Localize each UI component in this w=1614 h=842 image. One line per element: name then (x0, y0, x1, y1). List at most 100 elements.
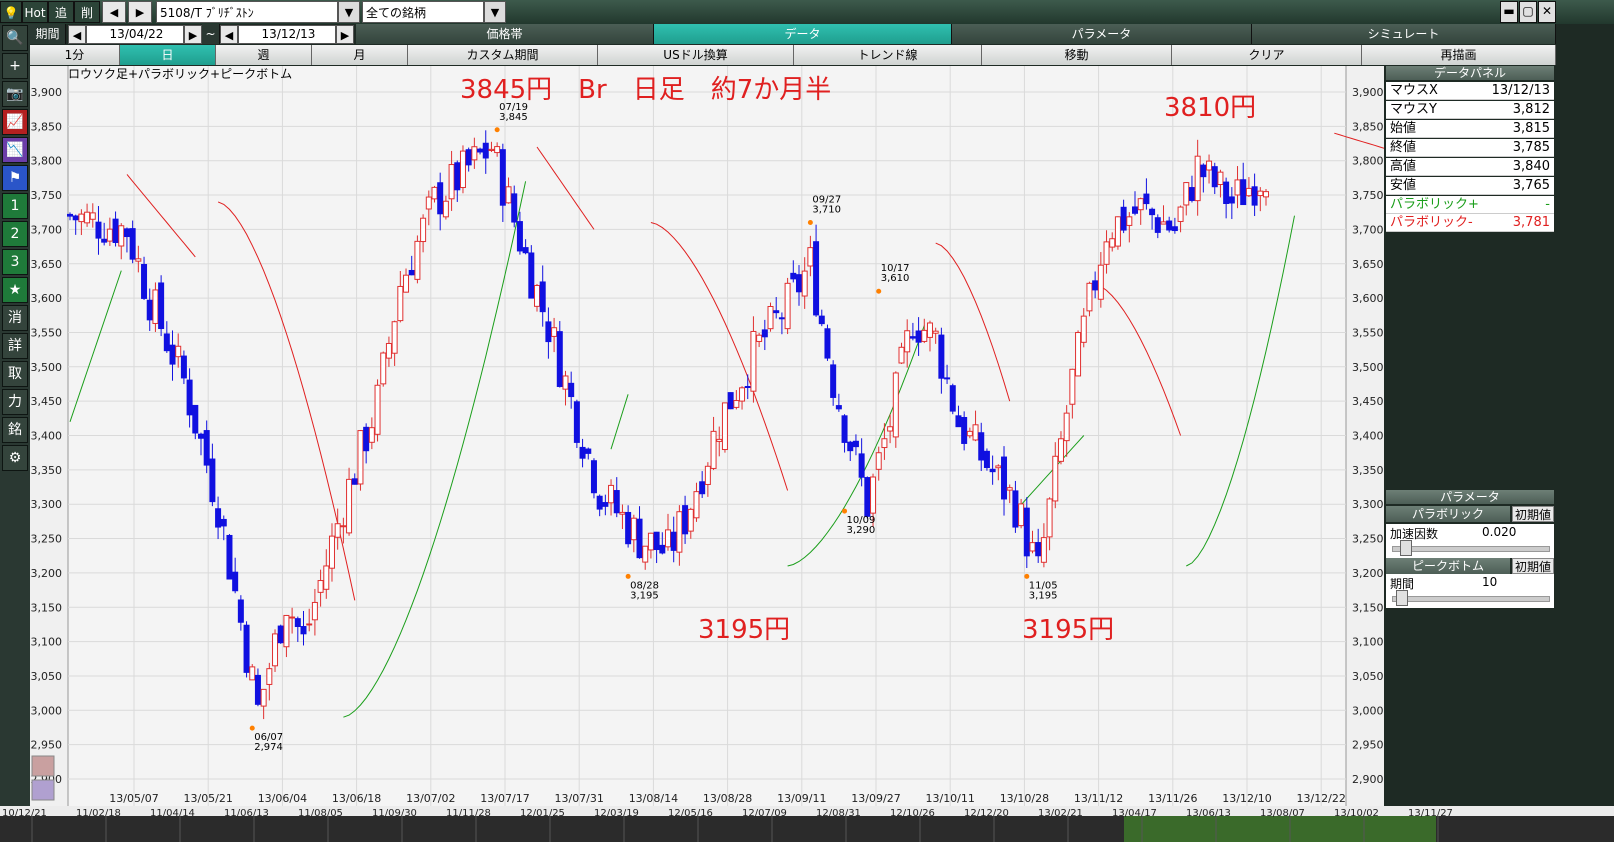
line-chart-icon[interactable]: 📈 (2, 109, 28, 135)
to-prev-icon[interactable]: ◀ (220, 25, 238, 44)
minimize-icon[interactable]: ▬ (1500, 1, 1518, 23)
data-row: 安値 3,765 (1386, 177, 1554, 195)
peak-value: 2,974 (254, 742, 283, 753)
add-button[interactable]: 追 (48, 1, 74, 23)
nav-date-label: 11/09/30 (372, 808, 417, 819)
candle-body (682, 505, 689, 535)
candle-body (425, 196, 432, 210)
bulb-icon[interactable]: 💡 (0, 1, 22, 23)
trendline-button[interactable]: トレンド線 (794, 45, 982, 65)
tab-monthly[interactable]: 月 (312, 45, 408, 65)
next-arrow-icon[interactable]: ▶ (128, 1, 152, 23)
chart-mini-icon-1[interactable] (31, 755, 55, 777)
accel-factor-value: 0.020 (1482, 525, 1517, 539)
crosshair-icon[interactable]: + (2, 53, 28, 79)
close-icon[interactable]: ✕ (1538, 1, 1556, 23)
history-navigator[interactable]: 10/12/21 11/02/18 11/04/14 11/06/13 11/08/05… (0, 806, 1614, 842)
candle-body (813, 241, 820, 316)
candle-body (226, 534, 233, 580)
navigator-window[interactable] (1124, 816, 1436, 842)
delete-button[interactable]: 削 (74, 1, 100, 23)
redraw-button[interactable]: 再描画 (1362, 45, 1556, 65)
candle-body (568, 382, 575, 398)
chart-area[interactable]: 3,900 3,850 3,800 3,750 3,700 3,650 3,600 3,550… (30, 66, 1384, 806)
hot-button[interactable]: Hot (22, 1, 48, 23)
candle-body (978, 432, 985, 461)
erase-icon[interactable]: 消 (2, 305, 28, 331)
move-button[interactable]: 移動 (982, 45, 1172, 65)
candle-body (676, 511, 683, 553)
chart-mini-icon-2[interactable] (31, 779, 55, 801)
candle-body (966, 430, 973, 437)
x-tick-label: 13/09/11 (777, 792, 826, 805)
candle-body (733, 400, 740, 408)
tab-parameters[interactable]: パラメータ (952, 24, 1252, 44)
gear-icon[interactable]: ⚙ (2, 445, 28, 471)
camera-icon[interactable]: 📷 (2, 81, 28, 107)
candle-body (659, 544, 666, 554)
data-row-label: マウスY (1390, 102, 1437, 117)
tab-daily[interactable]: 日 (120, 45, 216, 65)
from-date-input[interactable]: 13/04/22 (86, 25, 184, 44)
parabolic-reset-button[interactable]: 初期値 (1512, 506, 1554, 522)
candle-body (477, 148, 484, 153)
candle-body (858, 453, 865, 478)
star-icon[interactable]: ★ (2, 277, 28, 303)
accel-factor-slider[interactable] (1400, 540, 1412, 556)
candle-body (84, 211, 91, 224)
candle-body (317, 580, 324, 593)
nav-date-label: 13/06/13 (1186, 808, 1231, 819)
tab-price-band[interactable]: 価格帯 (356, 24, 654, 44)
data-row-label: 終値 (1390, 140, 1417, 155)
y-tick-label: 3,650 (1352, 258, 1384, 271)
tab-weekly[interactable]: 週 (216, 45, 312, 65)
peakbottom-reset-button[interactable]: 初期値 (1512, 558, 1554, 574)
tab-custom-period[interactable]: カスタム期間 (408, 45, 598, 65)
candle-body (380, 352, 387, 385)
candle-body (790, 272, 797, 280)
indicator-icon[interactable]: 📉 (2, 137, 28, 163)
candle-body (311, 601, 318, 621)
candle-body (180, 355, 187, 379)
y-tick-label: 3,150 (31, 601, 63, 614)
to-date-input[interactable]: 13/12/13 (238, 25, 336, 44)
symbol-dropdown-icon[interactable]: ▼ (338, 1, 360, 23)
to-next-icon[interactable]: ▶ (336, 25, 354, 44)
flag-icon[interactable]: ⚑ (2, 165, 28, 191)
tab-1min[interactable]: 1分 (30, 45, 120, 65)
tab-data[interactable]: データ (654, 24, 952, 44)
search-icon[interactable]: 🔍 (2, 25, 28, 51)
clear-button[interactable]: クリア (1172, 45, 1362, 65)
take-icon[interactable]: 取 (2, 361, 28, 387)
group-select[interactable]: 全ての銘柄 (362, 1, 484, 23)
candle-body (511, 193, 518, 223)
candle-body (687, 508, 694, 532)
candle-body (1251, 186, 1258, 206)
symbol-input[interactable]: 5108/T ﾌﾞﾘﾁﾞｽﾄﾝ (156, 1, 338, 23)
slot-2-icon[interactable]: 2 (2, 221, 28, 247)
detail-icon[interactable]: 詳 (2, 333, 28, 359)
group-dropdown-icon[interactable]: ▼ (484, 1, 506, 23)
candle-body (585, 448, 592, 454)
usd-convert-button[interactable]: USドル換算 (598, 45, 794, 65)
nav-date-label: 12/08/31 (816, 808, 861, 819)
candlestick-chart[interactable]: 3,900 3,850 3,800 3,750 3,700 3,650 3,600 3,550… (30, 66, 1384, 806)
candle-body (1080, 315, 1087, 343)
candle-body (1018, 503, 1025, 527)
peak-value: 3,610 (881, 273, 910, 284)
candle-body (454, 162, 461, 191)
maximize-icon[interactable]: ▢ (1519, 1, 1537, 23)
period-slider[interactable] (1396, 590, 1408, 606)
from-prev-icon[interactable]: ◀ (68, 25, 86, 44)
power-icon[interactable]: 力 (2, 389, 28, 415)
stock-icon[interactable]: 銘 (2, 417, 28, 443)
y-tick-label: 3,000 (31, 704, 63, 717)
slot-1-icon[interactable]: 1 (2, 193, 28, 219)
slot-3-icon[interactable]: 3 (2, 249, 28, 275)
candle-body (1200, 164, 1207, 178)
from-next-icon[interactable]: ▶ (184, 25, 202, 44)
candle-body (528, 252, 535, 299)
prev-arrow-icon[interactable]: ◀ (102, 1, 126, 23)
tab-simulate[interactable]: シミュレート (1252, 24, 1556, 44)
candle-body (1217, 171, 1224, 185)
